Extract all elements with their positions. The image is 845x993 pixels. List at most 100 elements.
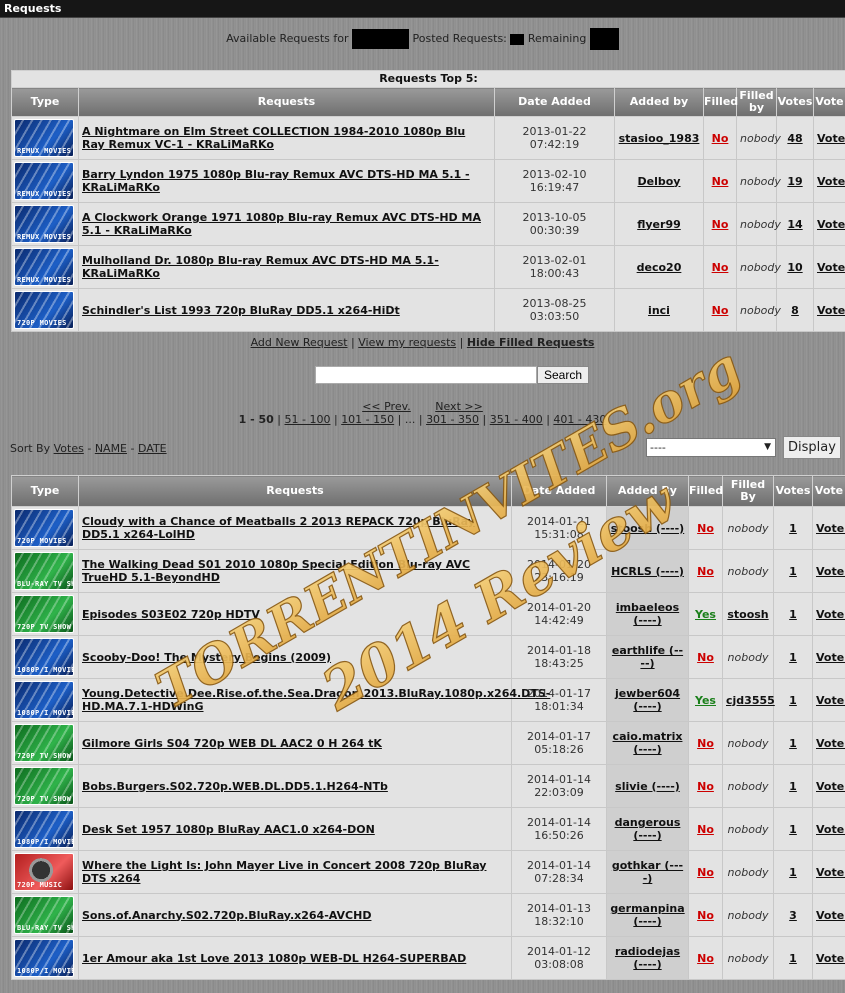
request-link[interactable]: 1er Amour aka 1st Love 2013 1080p WEB-DL… — [82, 952, 466, 965]
sort-name-link[interactable]: NAME — [95, 442, 127, 455]
column-header[interactable]: Vote — [812, 87, 845, 117]
column-header[interactable]: Votes — [776, 87, 814, 117]
votes-count-link[interactable]: 8 — [791, 304, 799, 317]
column-header[interactable]: Type — [11, 87, 79, 117]
request-link[interactable]: A Clockwork Orange 1971 1080p Blu-ray Re… — [82, 211, 481, 237]
filled-status-link[interactable]: No — [697, 780, 714, 793]
vote-link[interactable]: Vote! — [816, 694, 845, 707]
vote-link[interactable]: Vote! — [816, 780, 845, 793]
user-link[interactable]: stasioo_1983 — [619, 132, 700, 145]
vote-link[interactable]: Vote! — [816, 952, 845, 965]
filled-status-link[interactable]: No — [697, 565, 714, 578]
vote-link[interactable]: Vote! — [816, 737, 845, 750]
user-link[interactable]: caio.matrix (----) — [613, 730, 683, 756]
request-link[interactable]: Schindler's List 1993 720p BluRay DD5.1 … — [82, 304, 400, 317]
request-link[interactable]: Scooby-Doo! The Mystery Begins (2009) — [82, 651, 331, 664]
column-header[interactable]: Filled By — [722, 475, 774, 507]
user-link[interactable]: inci — [648, 304, 670, 317]
vote-link[interactable]: Vote! — [816, 565, 845, 578]
filled-status-link[interactable]: No — [697, 952, 714, 965]
request-link[interactable]: The Walking Dead S01 2010 1080p Special … — [82, 558, 470, 584]
votes-count-link[interactable]: 1 — [789, 866, 797, 879]
votes-count-link[interactable]: 1 — [789, 522, 797, 535]
votes-count-link[interactable]: 14 — [787, 218, 802, 231]
prev-page-link[interactable]: << Prev. — [362, 400, 411, 413]
filled-status-link[interactable]: Yes — [695, 694, 716, 707]
filled-status-link[interactable]: No — [712, 175, 729, 188]
filled-status-link[interactable]: No — [697, 737, 714, 750]
user-link[interactable]: imbaeleos (----) — [616, 601, 679, 627]
user-link[interactable]: deco20 — [637, 261, 682, 274]
hide-filled-requests-link[interactable]: Hide Filled Requests — [467, 336, 595, 349]
vote-link[interactable]: Vote! — [817, 132, 845, 145]
page-link[interactable]: 401 - 430 — [553, 413, 606, 426]
user-link[interactable]: slivie (----) — [615, 780, 680, 793]
vote-link[interactable]: Vote! — [816, 909, 845, 922]
filled-status-link[interactable]: Yes — [695, 608, 716, 621]
filled-status-link[interactable]: No — [697, 651, 714, 664]
column-header[interactable]: Filled — [703, 87, 738, 117]
request-link[interactable]: Sons.of.Anarchy.S02.720p.BluRay.x264-AVC… — [82, 909, 371, 922]
user-link[interactable]: earthlife (----) — [612, 644, 683, 670]
filled-status-link[interactable]: No — [712, 132, 729, 145]
user-link[interactable]: gothkar (----) — [612, 859, 683, 885]
vote-link[interactable]: Vote! — [816, 866, 845, 879]
column-header[interactable]: Requests — [78, 87, 495, 117]
vote-link[interactable]: Vote! — [816, 651, 845, 664]
votes-count-link[interactable]: 1 — [789, 694, 797, 707]
filled-by-user-link[interactable]: cjd3555 — [726, 694, 775, 707]
request-link[interactable]: Desk Set 1957 1080p BluRay AAC1.0 x264-D… — [82, 823, 375, 836]
user-link[interactable]: HCRLS (----) — [611, 565, 684, 578]
column-header[interactable]: Filled by — [736, 87, 777, 117]
column-header[interactable]: Date Added — [494, 87, 615, 117]
user-link[interactable]: stoosh (----) — [611, 522, 684, 535]
page-link[interactable]: 51 - 100 — [285, 413, 331, 426]
request-link[interactable]: Episodes S03E02 720p HDTV — [82, 608, 260, 621]
column-header[interactable]: Date Added — [511, 475, 607, 507]
vote-link[interactable]: Vote! — [817, 304, 845, 317]
user-link[interactable]: germanpina (----) — [610, 902, 684, 928]
vote-link[interactable]: Vote! — [817, 261, 845, 274]
sort-votes-link[interactable]: Votes — [54, 442, 84, 455]
filled-status-link[interactable]: No — [712, 218, 729, 231]
page-link[interactable]: 301 - 350 — [426, 413, 479, 426]
request-link[interactable]: Gilmore Girls S04 720p WEB DL AAC2 0 H 2… — [82, 737, 382, 750]
column-header[interactable]: Type — [11, 475, 79, 507]
votes-count-link[interactable]: 48 — [787, 132, 802, 145]
votes-count-link[interactable]: 1 — [789, 952, 797, 965]
filled-status-link[interactable]: No — [712, 261, 729, 274]
user-link[interactable]: radiodejas (----) — [615, 945, 680, 971]
vote-link[interactable]: Vote! — [817, 218, 845, 231]
column-header[interactable]: Vote — [812, 475, 845, 507]
sort-date-link[interactable]: DATE — [138, 442, 167, 455]
filled-status-link[interactable]: No — [712, 304, 729, 317]
user-link[interactable]: Delboy — [638, 175, 681, 188]
vote-link[interactable]: Vote! — [817, 175, 845, 188]
request-link[interactable]: Where the Light Is: John Mayer Live in C… — [82, 859, 486, 885]
votes-count-link[interactable]: 19 — [787, 175, 802, 188]
filled-status-link[interactable]: No — [697, 522, 714, 535]
user-link[interactable]: dangerous (----) — [615, 816, 681, 842]
vote-link[interactable]: Vote! — [816, 522, 845, 535]
page-link[interactable]: 101 - 150 — [341, 413, 394, 426]
request-link[interactable]: Barry Lyndon 1975 1080p Blu-ray Remux AV… — [82, 168, 470, 194]
votes-count-link[interactable]: 3 — [789, 909, 797, 922]
filled-status-link[interactable]: No — [697, 866, 714, 879]
column-header[interactable]: Requests — [78, 475, 512, 507]
votes-count-link[interactable]: 1 — [789, 823, 797, 836]
request-link[interactable]: Young.Detective.Dee.Rise.of.the.Sea.Drag… — [82, 687, 550, 713]
filled-status-link[interactable]: No — [697, 909, 714, 922]
votes-count-link[interactable]: 1 — [789, 608, 797, 621]
user-link[interactable]: jewber604 (----) — [615, 687, 680, 713]
votes-count-link[interactable]: 1 — [789, 780, 797, 793]
request-link[interactable]: Cloudy with a Chance of Meatballs 2 2013… — [82, 515, 475, 541]
next-page-link[interactable]: Next >> — [435, 400, 483, 413]
votes-count-link[interactable]: 10 — [787, 261, 802, 274]
column-header[interactable]: Added By — [606, 475, 689, 507]
filled-by-user-link[interactable]: stoosh — [727, 608, 768, 621]
search-input[interactable] — [315, 366, 537, 384]
view-my-requests-link[interactable]: View my requests — [358, 336, 456, 349]
category-filter-select[interactable]: ---- ▼ — [646, 438, 776, 457]
request-link[interactable]: Mulholland Dr. 1080p Blu-ray Remux AVC D… — [82, 254, 439, 280]
request-link[interactable]: Bobs.Burgers.S02.720p.WEB.DL.DD5.1.H264-… — [82, 780, 388, 793]
